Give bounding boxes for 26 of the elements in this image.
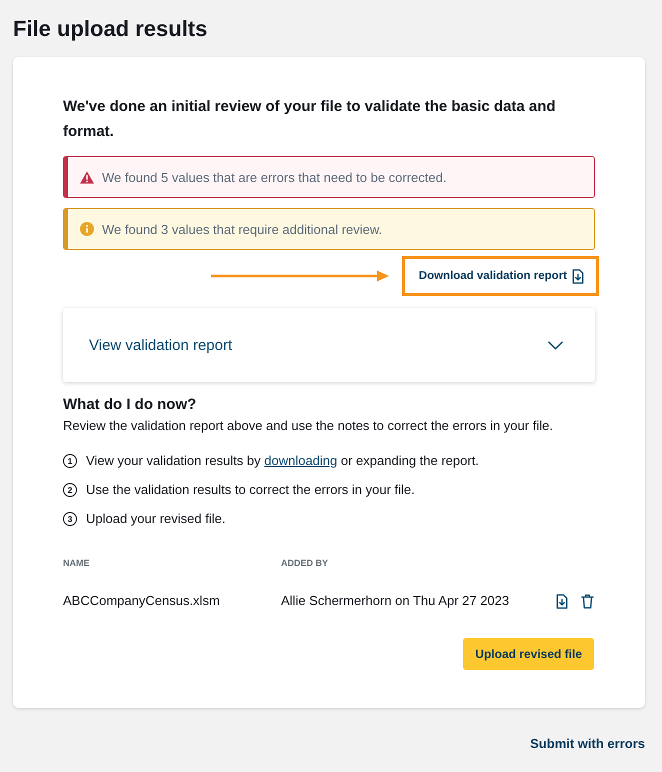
step-text: Use the validation results to correct the errors in your file. [86,481,415,499]
step-text: Upload your revised file. [86,510,226,528]
intro-heading: We've done an initial review of your file to validate the basic data and format. [63,97,557,142]
download-report-link[interactable]: Download validation report [418,268,584,284]
submit-with-errors-link[interactable]: Submit with errors [530,735,645,753]
page-title: File upload results [12,15,208,43]
column-header: ADDED BY [281,557,330,570]
file-download-icon [572,268,584,284]
section-heading: What do I do now? [63,395,198,415]
instruction-text: Review the validation report above and use the notes to correct the errors in your file. [63,417,554,435]
upload-revised-file-button[interactable]: Upload revised file [463,638,594,670]
info-icon [80,222,94,236]
file-download-icon[interactable] [556,594,568,608]
view-report-accordion[interactable]: View validation report [63,308,595,382]
alert-message: We found 3 values that require additional review. [102,222,382,236]
step-number: 1 [63,454,77,468]
step-number: 2 [63,483,77,497]
column-header: NAME [63,557,90,570]
step-text: View your validation results by downloading or expanding the report. [86,452,479,470]
table-cell-text: Allie Schermerhorn on Thu Apr 27 2023 [281,592,510,610]
trash-icon[interactable] [581,594,594,608]
table-cell-text: ABCCompanyCensus.xlsm [63,592,221,610]
alert-message: We found 5 values that are errors that need to be corrected. [102,170,446,184]
download-text-link[interactable]: downloading [264,453,338,468]
step-number: 3 [63,512,77,526]
warning-triangle-icon [80,170,94,184]
